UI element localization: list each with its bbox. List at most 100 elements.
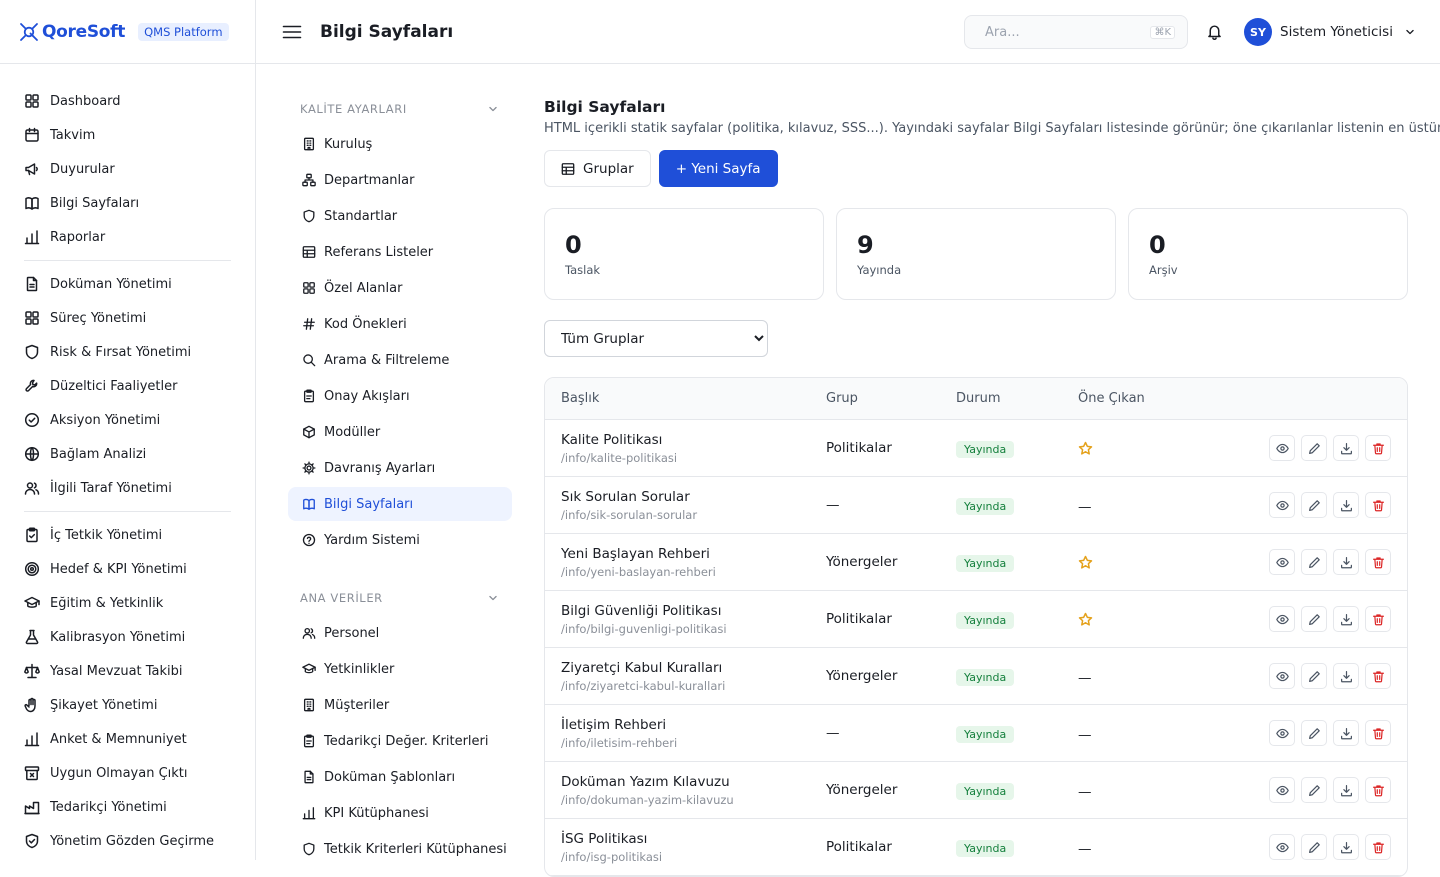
user-menu[interactable]: SY Sistem Yöneticisi <box>1244 18 1417 46</box>
table-row[interactable]: Doküman Yazım Kılavuzu /info/dokuman-yaz… <box>545 762 1407 819</box>
delete-button[interactable] <box>1365 663 1391 689</box>
featured-cell[interactable]: — <box>1078 724 1218 743</box>
settings-item-dokuman-sablonlari[interactable]: Doküman Şablonları <box>288 760 512 794</box>
featured-cell[interactable] <box>1078 612 1218 627</box>
edit-button[interactable] <box>1301 549 1327 575</box>
table-row[interactable]: İSG Politikası /info/isg-politikasi Poli… <box>545 819 1407 876</box>
sidebar-item-kalibrasyon[interactable]: Kalibrasyon Yönetimi <box>24 620 232 654</box>
table-row[interactable]: Ziyaretçi Kabul Kuralları /info/ziyaretc… <box>545 648 1407 705</box>
star-icon[interactable] <box>1078 612 1093 627</box>
table-row[interactable]: Bilgi Güvenliği Politikası /info/bilgi-g… <box>545 591 1407 648</box>
sidebar-item-bilgi-sayfalari[interactable]: Bilgi Sayfaları <box>24 186 232 220</box>
settings-item-arama-filtreleme[interactable]: Arama & Filtreleme <box>288 343 512 377</box>
delete-button[interactable] <box>1365 549 1391 575</box>
sidebar-item-anket[interactable]: Anket & Memnuniyet <box>24 722 232 756</box>
sidebar-item-yonetim-gozden[interactable]: Yönetim Gözden Geçirme <box>24 824 232 858</box>
column-header-group[interactable]: Grup <box>826 391 956 406</box>
sidebar-item-duzeltici-faaliyetler[interactable]: Düzeltici Faaliyetler <box>24 369 232 403</box>
delete-button[interactable] <box>1365 834 1391 860</box>
search-box[interactable]: ⌘K <box>964 15 1188 49</box>
page-title-text[interactable]: Bilgi Güvenliği Politikası <box>561 603 826 619</box>
view-button[interactable] <box>1269 720 1295 746</box>
page-title-text[interactable]: Kalite Politikası <box>561 432 826 448</box>
settings-item-kod-onekleri[interactable]: Kod Önekleri <box>288 307 512 341</box>
settings-item-kurulus[interactable]: Kuruluş <box>288 127 512 161</box>
sidebar-item-dokuman-yonetimi[interactable]: Doküman Yönetimi <box>24 267 232 301</box>
settings-item-yetkinlikler[interactable]: Yetkinlikler <box>288 652 512 686</box>
settings-item-yardim-sistemi[interactable]: Yardım Sistemi <box>288 523 512 557</box>
star-icon[interactable] <box>1078 441 1093 456</box>
download-button[interactable] <box>1333 663 1359 689</box>
sidebar-item-egitim-yetkinlik[interactable]: Eğitim & Yetkinlik <box>24 586 232 620</box>
column-header-featured[interactable]: Öne Çıkan <box>1078 391 1218 406</box>
featured-cell[interactable]: — <box>1078 838 1218 857</box>
menu-toggle-button[interactable] <box>282 24 302 40</box>
view-button[interactable] <box>1269 777 1295 803</box>
view-button[interactable] <box>1269 435 1295 461</box>
sidebar-item-raporlar[interactable]: Raporlar <box>24 220 232 254</box>
settings-item-kpi-kutuphanesi[interactable]: KPI Kütüphanesi <box>288 796 512 830</box>
sidebar-item-tedarikci[interactable]: Tedarikçi Yönetimi <box>24 790 232 824</box>
notifications-button[interactable] <box>1206 23 1223 40</box>
edit-button[interactable] <box>1301 720 1327 746</box>
sidebar-item-ic-tetkik[interactable]: İç Tetkik Yönetimi <box>24 518 232 552</box>
edit-button[interactable] <box>1301 777 1327 803</box>
edit-button[interactable] <box>1301 492 1327 518</box>
column-header-status[interactable]: Durum <box>956 391 1078 406</box>
view-button[interactable] <box>1269 606 1295 632</box>
settings-item-musteriler[interactable]: Müşteriler <box>288 688 512 722</box>
settings-item-tetkik-kriterleri[interactable]: Tetkik Kriterleri Kütüphanesi <box>288 832 512 860</box>
settings-item-onay-akislari[interactable]: Onay Akışları <box>288 379 512 413</box>
page-title-text[interactable]: İletişim Rehberi <box>561 717 826 733</box>
download-button[interactable] <box>1333 492 1359 518</box>
sidebar-item-duyurular[interactable]: Duyurular <box>24 152 232 186</box>
brand[interactable]: QoreSoft QMS Platform <box>0 0 255 64</box>
settings-item-departmanlar[interactable]: Departmanlar <box>288 163 512 197</box>
sidebar-item-yasal-mevzuat[interactable]: Yasal Mevzuat Takibi <box>24 654 232 688</box>
delete-button[interactable] <box>1365 720 1391 746</box>
edit-button[interactable] <box>1301 834 1327 860</box>
delete-button[interactable] <box>1365 492 1391 518</box>
settings-item-personel[interactable]: Personel <box>288 616 512 650</box>
page-title-text[interactable]: İSG Politikası <box>561 831 826 847</box>
page-title-text[interactable]: Ziyaretçi Kabul Kuralları <box>561 660 826 676</box>
table-row[interactable]: Kalite Politikası /info/kalite-politikas… <box>545 420 1407 477</box>
featured-cell[interactable]: — <box>1078 781 1218 800</box>
new-page-button[interactable]: + Yeni Sayfa <box>658 150 778 187</box>
section-header-kalite-ayarlari[interactable]: KALİTE AYARLARI <box>300 100 500 118</box>
download-button[interactable] <box>1333 834 1359 860</box>
table-row[interactable]: İletişim Rehberi /info/iletisim-rehberi … <box>545 705 1407 762</box>
view-button[interactable] <box>1269 663 1295 689</box>
sidebar-item-takvim[interactable]: Takvim <box>24 118 232 152</box>
sidebar-item-sikayet[interactable]: Şikayet Yönetimi <box>24 688 232 722</box>
view-button[interactable] <box>1269 834 1295 860</box>
table-row[interactable]: Yeni Başlayan Rehberi /info/yeni-baslaya… <box>545 534 1407 591</box>
sidebar-item-baglam-analizi[interactable]: Bağlam Analizi <box>24 437 232 471</box>
sidebar-item-uygun-olmayan[interactable]: Uygun Olmayan Çıktı <box>24 756 232 790</box>
edit-button[interactable] <box>1301 606 1327 632</box>
download-button[interactable] <box>1333 606 1359 632</box>
settings-item-tedarikci-kriterleri[interactable]: Tedarikçi Değer. Kriterleri <box>288 724 512 758</box>
settings-item-referans-listeler[interactable]: Referans Listeler <box>288 235 512 269</box>
download-button[interactable] <box>1333 435 1359 461</box>
settings-item-ozel-alanlar[interactable]: Özel Alanlar <box>288 271 512 305</box>
settings-item-bilgi-sayfalari[interactable]: Bilgi Sayfaları <box>288 487 512 521</box>
search-input[interactable] <box>985 24 1151 40</box>
table-row[interactable]: Sık Sorulan Sorular /info/sik-sorulan-so… <box>545 477 1407 534</box>
featured-cell[interactable] <box>1078 441 1218 456</box>
delete-button[interactable] <box>1365 435 1391 461</box>
view-button[interactable] <box>1269 549 1295 575</box>
sidebar-item-surec-yonetimi[interactable]: Süreç Yönetimi <box>24 301 232 335</box>
groups-button[interactable]: Gruplar <box>544 150 651 187</box>
page-title-text[interactable]: Doküman Yazım Kılavuzu <box>561 774 826 790</box>
delete-button[interactable] <box>1365 777 1391 803</box>
download-button[interactable] <box>1333 549 1359 575</box>
edit-button[interactable] <box>1301 663 1327 689</box>
page-title-text[interactable]: Sık Sorulan Sorular <box>561 489 826 505</box>
sidebar-item-risk-firsat[interactable]: Risk & Fırsat Yönetimi <box>24 335 232 369</box>
view-button[interactable] <box>1269 492 1295 518</box>
featured-cell[interactable]: — <box>1078 667 1218 686</box>
star-icon[interactable] <box>1078 555 1093 570</box>
featured-cell[interactable] <box>1078 555 1218 570</box>
sidebar-item-hedef-kpi[interactable]: Hedef & KPI Yönetimi <box>24 552 232 586</box>
